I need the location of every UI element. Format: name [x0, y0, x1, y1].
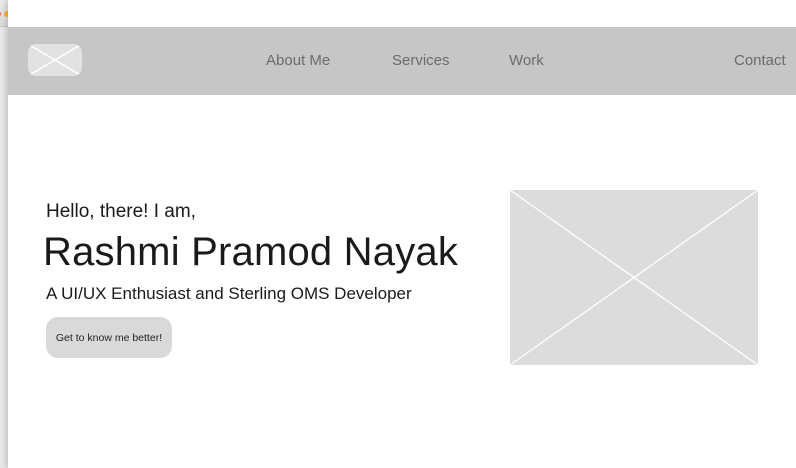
hero-greeting: Hello, there! I am, [46, 201, 196, 222]
site-header: About Me Services Work Contact [8, 27, 796, 95]
image-placeholder-icon [510, 190, 758, 365]
hero-tagline: A UI/UX Enthusiast and Sterling OMS Deve… [46, 284, 412, 303]
nav-about-me[interactable]: About Me [266, 52, 330, 69]
get-to-know-me-button[interactable]: Get to know me better! [46, 317, 172, 358]
nav-work[interactable]: Work [509, 52, 544, 69]
nav-contact[interactable]: Contact [734, 52, 786, 69]
nav-services[interactable]: Services [392, 52, 450, 69]
close-window-button[interactable] [0, 11, 1, 17]
logo-placeholder-icon[interactable] [28, 44, 82, 76]
image-placeholder-icon [28, 44, 82, 76]
hero-name: Rashmi Pramod Nayak [43, 230, 459, 274]
hero-image-placeholder [510, 190, 758, 365]
browser-viewport: About Me Services Work Contact Hello, th… [8, 0, 796, 468]
